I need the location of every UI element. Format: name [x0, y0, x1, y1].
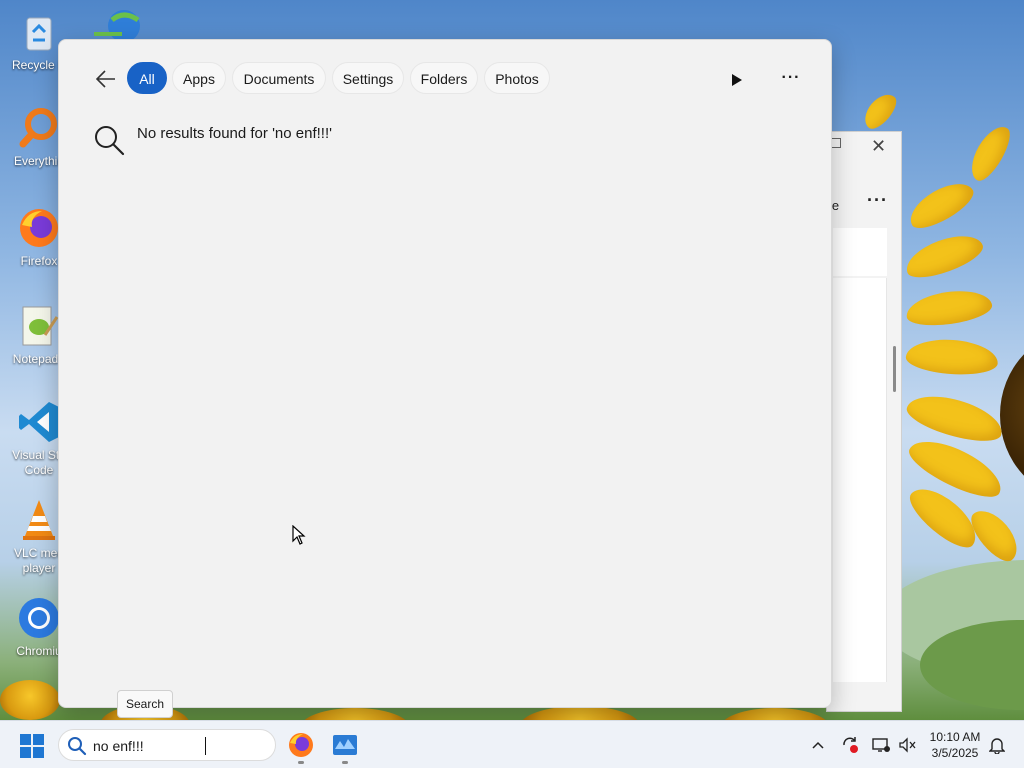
taskbar-clock[interactable]: 10:10 AM 3/5/2025 — [922, 729, 988, 761]
windows-logo-pane — [33, 747, 44, 758]
no-results-message: No results found for 'no enf!!!' — [137, 125, 332, 142]
sunflower-petal — [904, 286, 994, 330]
sunflower-petal — [902, 387, 1008, 449]
vscode-icon — [17, 400, 61, 444]
volume-muted-icon — [899, 737, 916, 753]
bell-icon — [989, 738, 1005, 754]
notepad-plus-plus-icon — [17, 304, 61, 348]
volume-button[interactable] — [897, 735, 917, 755]
network-button[interactable] — [871, 735, 891, 755]
search-flyout: All Apps Documents Settings Folders Phot… — [58, 39, 832, 708]
sunflower-petal — [903, 174, 979, 236]
taskbar-search-box[interactable] — [58, 729, 276, 761]
wallpaper-sunflower — [300, 708, 410, 720]
mouse-pointer-icon — [292, 525, 306, 545]
arrow-left-icon — [96, 70, 115, 88]
sunflower-petal — [963, 120, 1017, 186]
sync-icon — [843, 737, 858, 753]
close-icon[interactable]: ✕ — [871, 136, 886, 157]
clock-time: 10:10 AM — [929, 730, 981, 744]
network-icon — [872, 738, 890, 752]
notifications-button[interactable] — [987, 735, 1007, 755]
taskbar: 10:10 AM 3/5/2025 — [0, 720, 1024, 768]
sunflower-petal — [904, 336, 1000, 378]
running-indicator — [342, 761, 348, 764]
sunflower-center — [1000, 330, 1024, 500]
show-hidden-icons-button[interactable] — [808, 735, 828, 755]
search-tooltip: Search — [117, 690, 173, 718]
tab-documents[interactable]: Documents — [232, 62, 326, 94]
tab-all[interactable]: All — [127, 62, 167, 94]
background-window[interactable]: ✕ le ··· — [826, 131, 902, 712]
wallpaper-sunflower — [720, 708, 830, 720]
background-window-pane — [833, 228, 887, 276]
windows-logo-pane — [20, 747, 31, 758]
search-icon — [95, 126, 125, 156]
clock-date: 3/5/2025 — [931, 746, 979, 760]
wallpaper-sunflower — [0, 680, 60, 720]
sunflower-petal — [858, 88, 902, 134]
recycle-bin-icon — [17, 10, 61, 54]
windows-logo-pane — [33, 734, 44, 745]
vlc-icon — [17, 498, 61, 542]
windows-logo-pane — [20, 734, 31, 745]
background-window-content — [833, 278, 887, 682]
running-indicator — [298, 761, 304, 764]
start-button[interactable] — [20, 734, 44, 758]
tab-settings[interactable]: Settings — [332, 62, 404, 94]
firefox-icon — [289, 733, 313, 757]
task-manager-icon — [333, 735, 357, 755]
tab-apps[interactable]: Apps — [172, 62, 226, 94]
restore-icon[interactable] — [831, 138, 841, 148]
tab-photos[interactable]: Photos — [484, 62, 550, 94]
play-button[interactable] — [725, 68, 749, 92]
firefox-icon — [17, 206, 61, 250]
play-icon — [732, 74, 742, 86]
internet-download-manager-icon[interactable] — [92, 6, 142, 42]
wallpaper-sunflower — [520, 706, 640, 720]
more-options-button[interactable]: ··· — [777, 66, 805, 90]
chromium-icon — [17, 596, 61, 640]
search-icon — [68, 737, 87, 756]
more-options-icon[interactable]: ··· — [867, 190, 888, 211]
taskbar-firefox-button[interactable] — [287, 731, 315, 759]
search-input[interactable] — [93, 736, 263, 756]
sync-status-button[interactable] — [840, 735, 860, 755]
sunflower-petal — [900, 227, 988, 285]
tab-folders[interactable]: Folders — [410, 62, 478, 94]
text-caret — [205, 737, 206, 755]
scrollbar-thumb[interactable] — [893, 346, 896, 392]
chevron-up-icon — [812, 741, 824, 749]
back-button[interactable] — [93, 66, 119, 92]
everything-search-icon — [17, 106, 61, 150]
taskbar-task-manager-button[interactable] — [331, 731, 359, 759]
